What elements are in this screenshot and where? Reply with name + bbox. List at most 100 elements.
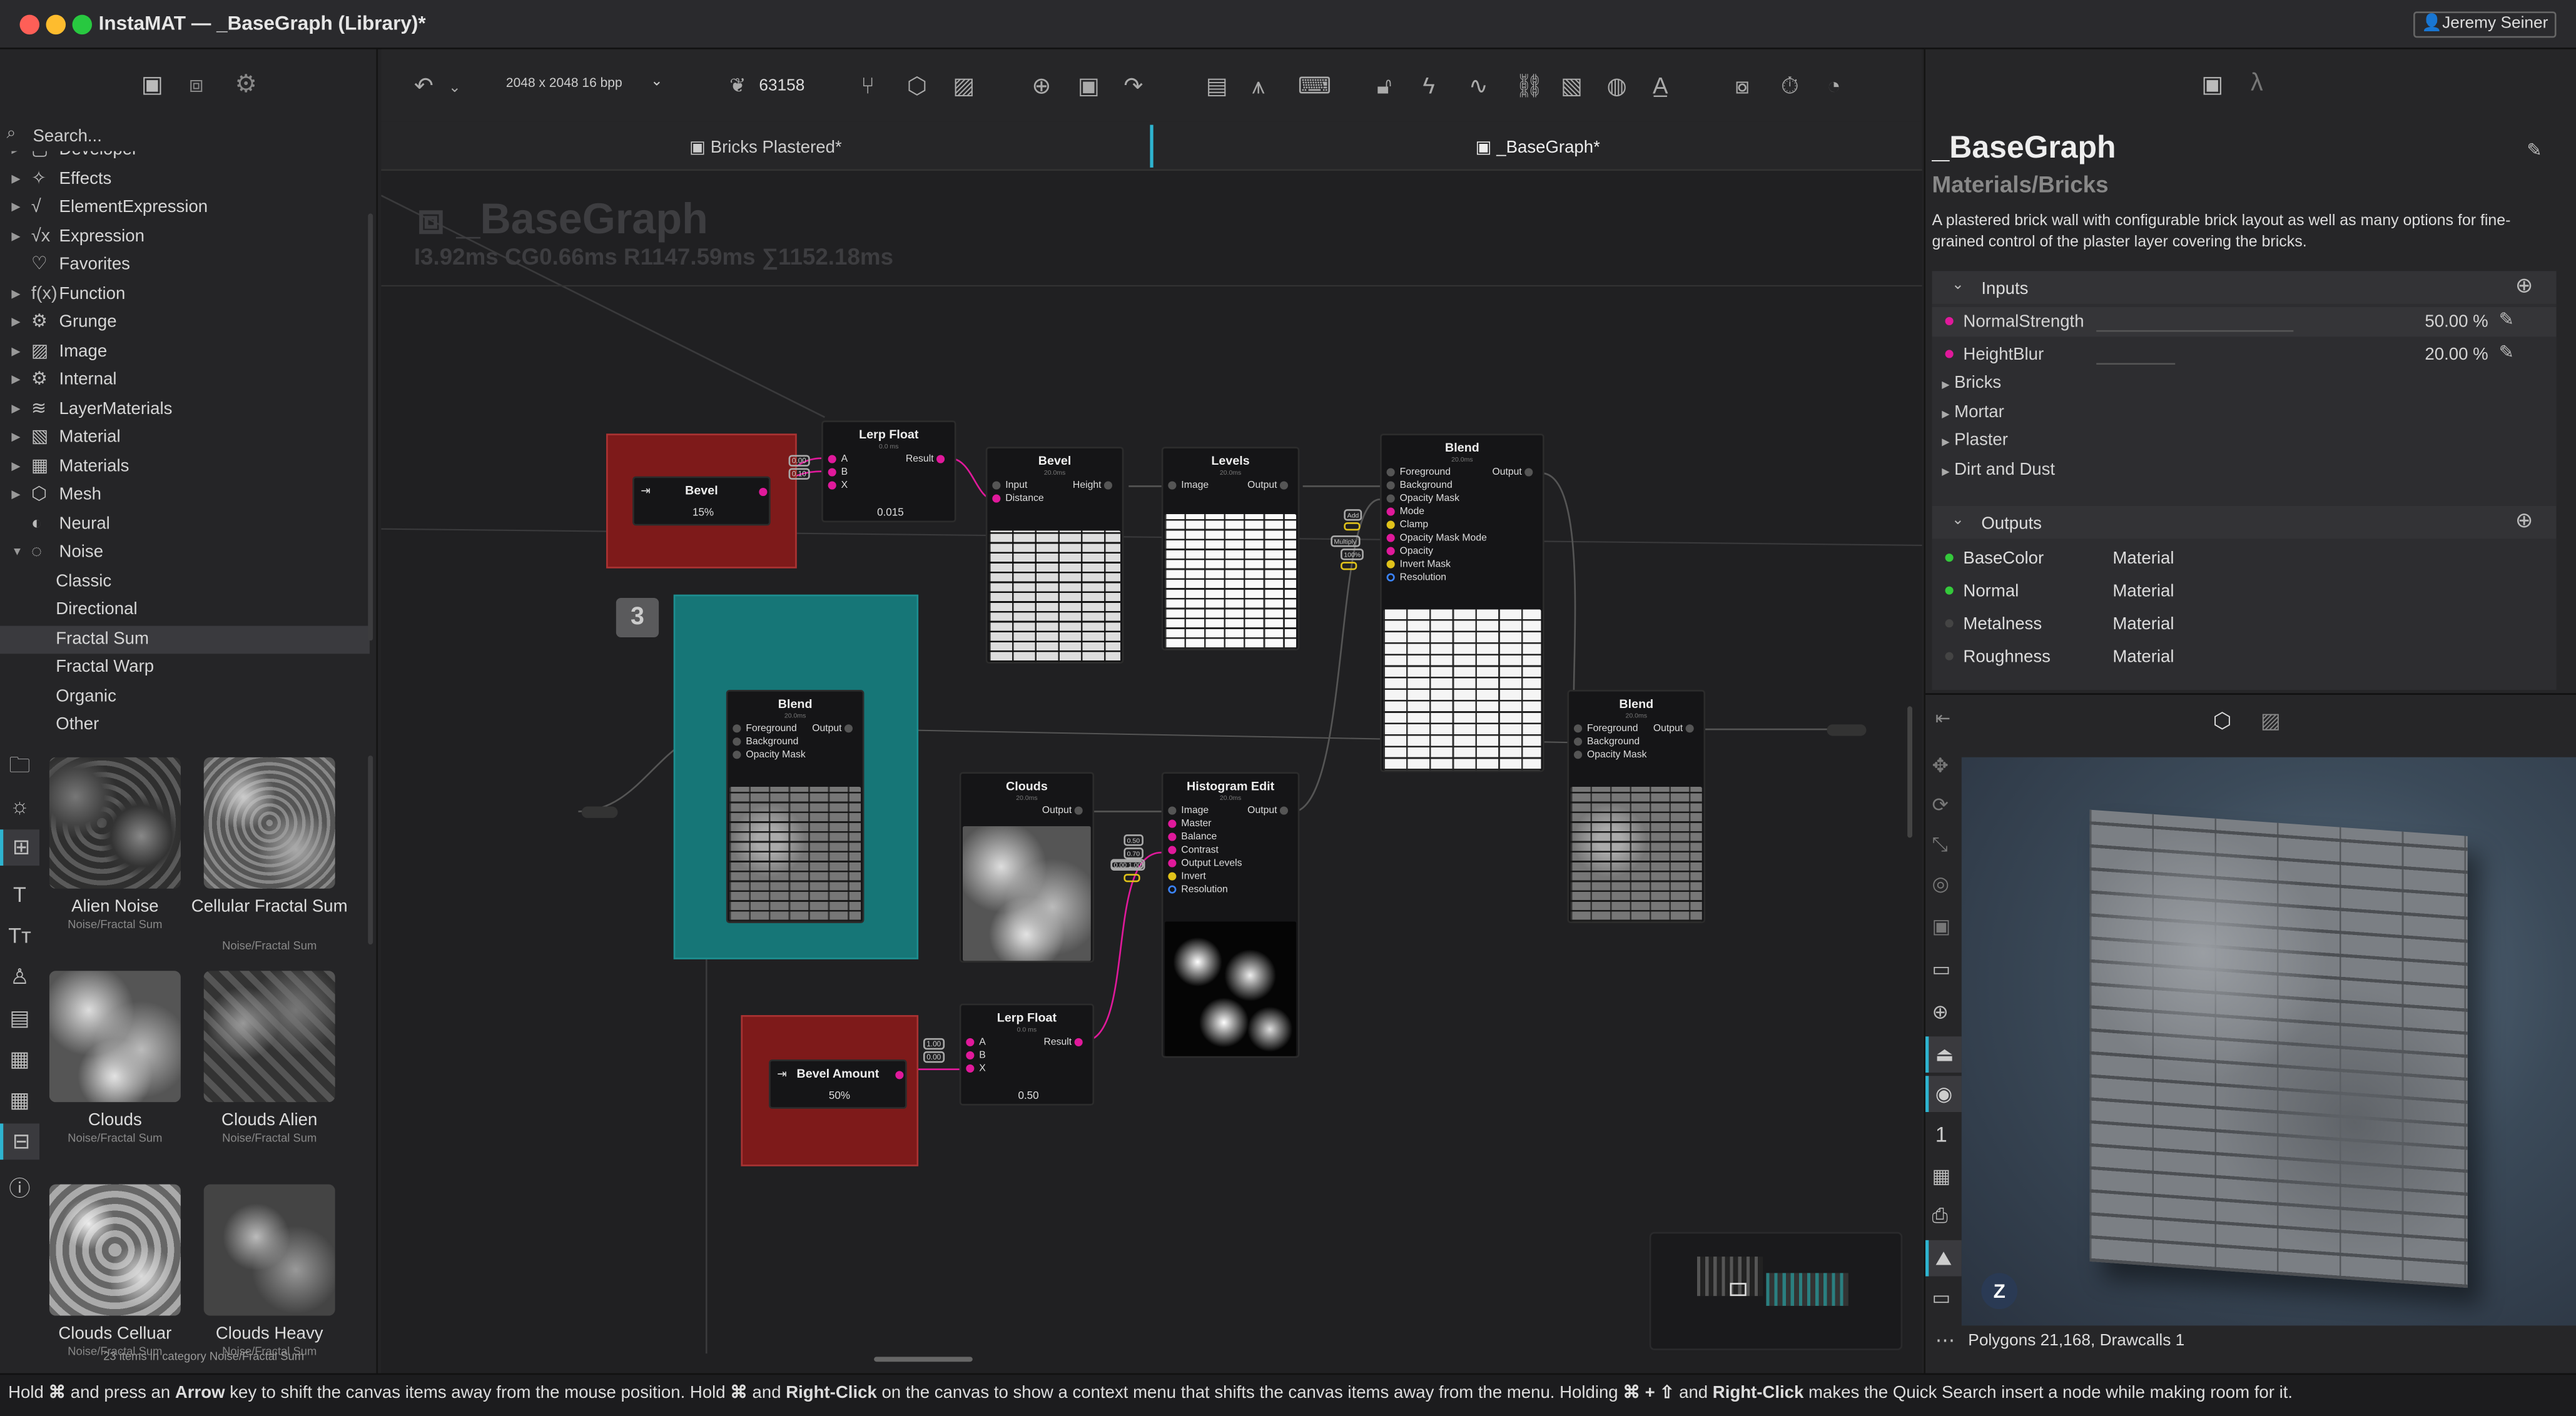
tree-item-effects[interactable]: ▶ ✧ Effects: [0, 165, 370, 194]
lightning-icon[interactable]: ϟ: [1422, 73, 1434, 99]
output-pin[interactable]: [759, 488, 768, 497]
tree-item-material[interactable]: ▶ ▧ Material: [0, 424, 370, 453]
tree-item-materials[interactable]: ▶ ▦ Materials: [0, 453, 370, 482]
pin-a-value[interactable]: 0.00: [788, 455, 810, 467]
opacity-value[interactable]: 100%: [1341, 549, 1364, 560]
tree-item-expression[interactable]: ▶ √x Expression: [0, 223, 370, 251]
grid-icon[interactable]: ▦: [0, 1083, 39, 1119]
collapse-panel-icon[interactable]: ⇤: [1935, 708, 1950, 730]
lerp-float-node[interactable]: Lerp Float 0.0 ms A B X Result 0.015: [821, 420, 956, 523]
input-row-normalstrength[interactable]: NormalStrength 50.00 % ✎: [1932, 307, 2557, 337]
text-icon[interactable]: T: [0, 877, 39, 913]
pin-foreground[interactable]: Foreground: [1386, 468, 1451, 478]
chevron-down-icon[interactable]: ▼: [11, 539, 23, 567]
pin-foreground[interactable]: Foreground: [1573, 724, 1638, 734]
pin-master[interactable]: Master: [1168, 819, 1211, 829]
clipboard-icon[interactable]: ▭: [1932, 958, 1951, 981]
pin-b[interactable]: B: [966, 1051, 986, 1061]
tree-subitem-other[interactable]: Other: [0, 711, 370, 740]
inputs-header[interactable]: ⌄ Inputs ⊕: [1932, 271, 2557, 304]
input-slider-track[interactable]: [2096, 330, 2294, 332]
pin-background[interactable]: Background: [733, 737, 798, 747]
seed-input[interactable]: 63158: [759, 77, 804, 95]
add-output-icon[interactable]: ⊕: [2515, 508, 2533, 534]
monitor-icon[interactable]: ▭: [1932, 1286, 1951, 1309]
network-icon[interactable]: ⧇: [1735, 73, 1749, 101]
pin-b-value[interactable]: 0.00: [923, 1051, 945, 1063]
clouds-thumbnail[interactable]: [49, 971, 181, 1103]
input-value[interactable]: 20.00 %: [2425, 345, 2488, 365]
globe-icon[interactable]: ◍: [1607, 73, 1627, 101]
invert-mask-toggle[interactable]: [1341, 562, 1357, 570]
minimap[interactable]: [1649, 1231, 1903, 1350]
bevel-input-node[interactable]: ⇥ Bevel 15%: [632, 476, 771, 526]
chevron-right-icon[interactable]: ▶: [11, 482, 20, 510]
pin-b-value[interactable]: 0.10: [788, 468, 810, 480]
package-icon[interactable]: ⧈: [189, 71, 203, 99]
tree-subitem-fractal-sum[interactable]: Fractal Sum: [0, 625, 370, 654]
person-icon[interactable]: ♙: [0, 959, 39, 996]
move-icon[interactable]: ✥: [1932, 754, 1949, 777]
search-bar[interactable]: ⌕ Search...: [7, 125, 368, 148]
asset-scrollbar[interactable]: [368, 756, 373, 945]
scale-icon[interactable]: ⤡: [1932, 833, 1948, 857]
undo-history-chevron-icon[interactable]: ⌄: [449, 79, 461, 97]
pin-foreground[interactable]: Foreground: [733, 724, 797, 734]
minimap-viewport[interactable]: [1730, 1283, 1747, 1297]
histogram-edit-node[interactable]: Histogram Edit 20.0ms Image Master Balan…: [1161, 772, 1300, 1058]
crosshair-icon[interactable]: ⊕: [1932, 1000, 1949, 1023]
chevron-right-icon[interactable]: ▶: [11, 338, 20, 367]
lambda-icon[interactable]: λ: [2251, 69, 2263, 97]
tree-item-neural[interactable]: ◐ Neural: [0, 510, 370, 539]
blend-node-mid[interactable]: Blend 20.0ms Foreground Background Opaci…: [726, 690, 865, 923]
mode-value[interactable]: Add: [1344, 509, 1362, 521]
tab-basegraph[interactable]: ▣ _BaseGraph*: [1154, 121, 1922, 171]
tree-item-noise[interactable]: ▼ ◌ Noise: [0, 539, 370, 567]
output-levels-value[interactable]: 0.00 1.00: [1110, 859, 1145, 871]
lightbulb-icon[interactable]: ☼: [0, 789, 39, 825]
save-icon[interactable]: ▣: [1932, 915, 1951, 938]
target-icon[interactable]: ◎: [1932, 872, 1950, 896]
blend-node-right[interactable]: Blend 20.0ms Foreground Background Opaci…: [1567, 690, 1706, 923]
chevron-right-icon[interactable]: ▶: [11, 395, 20, 424]
curve-icon[interactable]: ∿: [1469, 73, 1488, 101]
clouds-node[interactable]: Clouds 20.0ms Output: [959, 772, 1095, 963]
gallery-icon[interactable]: ▧: [1561, 73, 1583, 101]
chevron-right-icon[interactable]: ▶: [11, 151, 20, 165]
tree-item-mesh[interactable]: ▶ ⬡ Mesh: [0, 482, 370, 510]
tree-item-internal[interactable]: ▶ ⚙ Internal: [0, 367, 370, 395]
group-bricks[interactable]: ▶ Bricks: [1942, 373, 2001, 393]
alien-noise-thumbnail[interactable]: [49, 757, 181, 889]
graph-layout-icon[interactable]: ⑂: [861, 73, 875, 99]
blend-node-top[interactable]: Blend 20.0ms Foreground Background Opaci…: [1380, 433, 1544, 772]
pin-output[interactable]: Output: [812, 724, 858, 734]
pin-output[interactable]: Output: [1042, 806, 1088, 816]
group-plaster[interactable]: ▶ Plaster: [1942, 430, 2008, 450]
pin-result[interactable]: Result: [1044, 1038, 1088, 1048]
table-icon[interactable]: ▤: [0, 1000, 39, 1036]
pin-output[interactable]: Output: [1493, 468, 1538, 478]
pin-a[interactable]: A: [966, 1038, 986, 1048]
undo-icon[interactable]: ↶: [414, 73, 434, 101]
folder-icon[interactable]: 🗀: [0, 747, 39, 784]
pin-height[interactable]: Height: [1073, 481, 1117, 491]
user-button[interactable]: 👤Jeremy Seiner: [2413, 11, 2557, 38]
tab-bricks-plastered[interactable]: ▣ Bricks Plastered*: [381, 121, 1150, 171]
terminal-icon[interactable]: ⌨: [1298, 73, 1331, 101]
pin-output[interactable]: Output: [1247, 481, 1293, 491]
chevron-right-icon[interactable]: ▶: [11, 194, 20, 223]
settings-gear-icon[interactable]: ⚙: [235, 69, 257, 99]
opacity-mask-mode-value[interactable]: Multiply: [1331, 535, 1360, 547]
checker-icon[interactable]: ▦: [1932, 1165, 1951, 1188]
cellular-fractal-sum-thumbnail[interactable]: [203, 757, 335, 889]
tree-subitem-organic[interactable]: Organic: [0, 682, 370, 711]
properties-icon[interactable]: ▣: [2201, 71, 2223, 99]
tree-item-image[interactable]: ▶ ▨ Image: [0, 338, 370, 367]
library-view-icon[interactable]: ▣: [141, 71, 163, 99]
minimize-window-button[interactable]: [46, 14, 66, 35]
pin-output-levels[interactable]: Output Levels: [1168, 859, 1242, 869]
add-input-icon[interactable]: ⊕: [2515, 273, 2533, 299]
3d-cube-icon[interactable]: ⬡: [2213, 708, 2232, 734]
node-graph-canvas[interactable]: ⧈ _BaseGraph I3.92ms CG0.66ms R1147.59ms…: [381, 171, 1922, 1373]
tree-item-layermaterials[interactable]: ▶ ≋ LayerMaterials: [0, 395, 370, 424]
